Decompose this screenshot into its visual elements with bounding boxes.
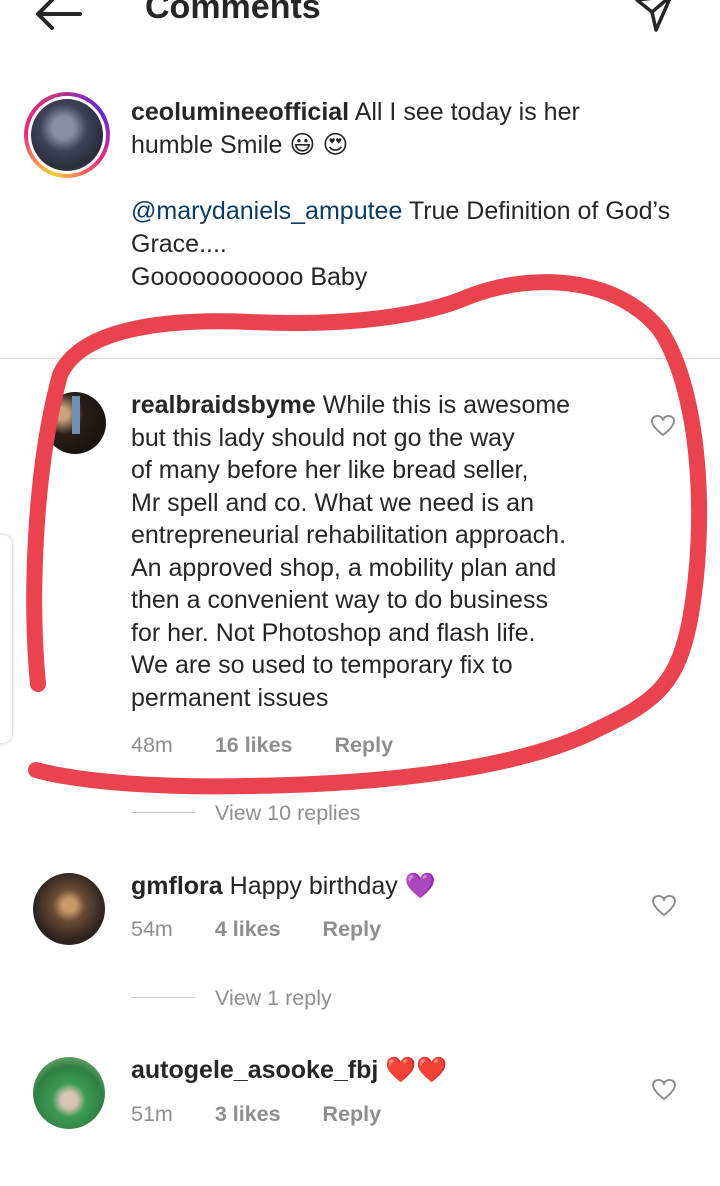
caption-line2: @marydaniels_amputee True Definition of … [131, 197, 671, 258]
comment-username[interactable]: realbraidsbyme [131, 391, 316, 419]
comment-avatar-gmflora[interactable] [33, 873, 105, 945]
comment-avatar-autogele[interactable] [33, 1057, 105, 1129]
caption-text: ceolumineeofficial All I see today is he… [131, 96, 651, 161]
comment-meta: 51m 3 likes Reply [131, 1102, 382, 1126]
likes-count[interactable]: 3 likes [215, 1102, 281, 1126]
direct-send-icon[interactable] [634, 0, 674, 34]
likes-count[interactable]: 16 likes [215, 733, 293, 757]
view-replies-line [131, 812, 195, 813]
caption-avatar[interactable] [24, 92, 110, 178]
like-heart-icon[interactable] [651, 1078, 677, 1102]
caption-divider [0, 358, 720, 359]
reply-button[interactable]: Reply [323, 917, 382, 941]
comment-username[interactable]: autogele_asooke_fbj [131, 1056, 378, 1084]
comment-text: realbraidsbyme While this is awesome but… [131, 391, 571, 712]
page-title: Comments [145, 0, 321, 26]
like-heart-icon[interactable] [650, 414, 676, 438]
back-arrow-icon[interactable] [30, 0, 84, 34]
like-heart-icon[interactable] [651, 894, 677, 918]
view-replies-line [131, 997, 195, 998]
comment-text: autogele_asooke_fbj ❤️❤️ [131, 1056, 448, 1084]
comment-username[interactable]: gmflora [131, 872, 223, 900]
caption-line3: Gooooooooooo Baby [131, 263, 368, 291]
side-panel-edge [0, 535, 12, 743]
reply-button[interactable]: Reply [323, 1102, 382, 1126]
reply-button[interactable]: Reply [335, 733, 394, 757]
mention-link[interactable]: @marydaniels_amputee [131, 197, 402, 225]
caption-username[interactable]: ceolumineeofficial [131, 98, 349, 126]
view-replies-button[interactable]: View 1 reply [215, 986, 332, 1011]
comment-avatar-realbraidsbyme[interactable] [44, 392, 106, 454]
view-replies-button[interactable]: View 10 replies [215, 801, 360, 826]
likes-count[interactable]: 4 likes [215, 917, 281, 941]
comment-meta: 54m 4 likes Reply [131, 917, 382, 941]
comment-meta: 48m 16 likes Reply [131, 733, 394, 757]
comment-text: gmflora Happy birthday 💜 [131, 872, 436, 900]
